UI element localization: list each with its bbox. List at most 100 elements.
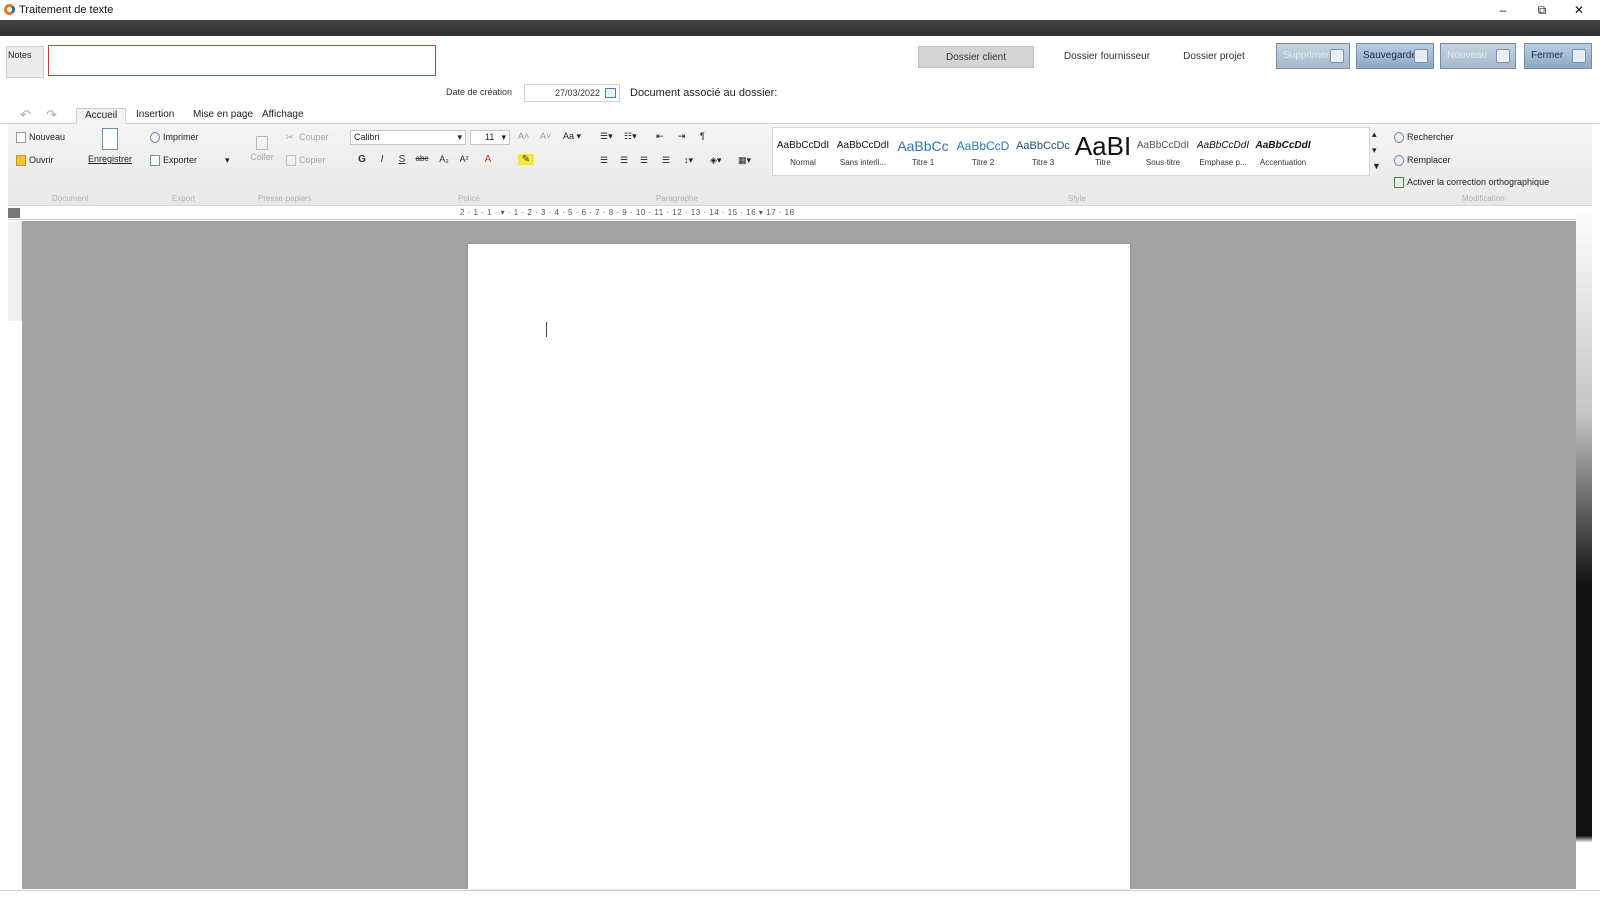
style-titre-2[interactable]: AaBbCcD Titre 2 bbox=[954, 134, 1012, 167]
tab-insertion[interactable]: Insertion bbox=[128, 108, 182, 124]
align-right-icon[interactable]: ☰ bbox=[640, 155, 648, 166]
font-family-value: Calibri bbox=[354, 132, 380, 142]
tab-selector-icon[interactable] bbox=[8, 208, 20, 218]
style-accentuation[interactable]: AaBbCcDdI Accentuation bbox=[1254, 134, 1312, 167]
borders-icon[interactable]: ▦▾ bbox=[738, 155, 751, 166]
font-color-icon[interactable]: A bbox=[480, 154, 496, 165]
style-name: Titre 3 bbox=[1031, 158, 1055, 167]
style-titre-1[interactable]: AaBbCc Titre 1 bbox=[894, 134, 952, 167]
save-document-icon bbox=[102, 128, 118, 150]
paragraph-mark-icon[interactable]: ¶ bbox=[700, 131, 705, 141]
close-window-button[interactable]: ✕ bbox=[1564, 2, 1594, 18]
delete-button[interactable]: Supprimer bbox=[1276, 43, 1350, 69]
save-document-label: Enregistrer bbox=[87, 154, 132, 164]
minimize-button[interactable]: – bbox=[1488, 2, 1518, 18]
redo-icon[interactable]: ↷ bbox=[46, 107, 57, 123]
style-sample: AaBbCcDdI bbox=[776, 140, 830, 151]
font-size-value: 11 bbox=[485, 132, 495, 142]
associated-folder-label: Document associé au dossier: bbox=[630, 87, 778, 99]
style-sans-interligne[interactable]: AaBbCcDdI Sans interli... bbox=[834, 134, 892, 167]
styles-scroll-down-icon[interactable]: ▾ bbox=[1372, 145, 1377, 156]
style-emphase[interactable]: AaBbCcDdI Emphase p... bbox=[1194, 134, 1252, 167]
save-button[interactable]: Sauvegarde bbox=[1356, 43, 1434, 69]
open-document-label: Ouvrir bbox=[29, 155, 54, 165]
search-icon bbox=[1394, 132, 1404, 144]
style-name: Titre bbox=[1095, 158, 1111, 167]
tab-dossier-client[interactable]: Dossier client bbox=[918, 46, 1034, 68]
notes-input[interactable] bbox=[48, 45, 436, 76]
spellcheck-label: Activer la correction orthographique bbox=[1407, 177, 1550, 187]
shrink-font-icon[interactable]: A˅ bbox=[540, 131, 551, 141]
style-name: Emphase p... bbox=[1199, 158, 1247, 167]
styles-more-icon[interactable]: ▼ bbox=[1372, 161, 1381, 171]
italic-icon[interactable]: I bbox=[374, 154, 390, 165]
superscript-icon[interactable]: A² bbox=[456, 154, 472, 164]
strikethrough-icon[interactable]: abc bbox=[414, 154, 430, 163]
close-button[interactable]: Fermer bbox=[1524, 43, 1592, 69]
date-field[interactable]: 27/03/2022 bbox=[524, 84, 620, 102]
delete-button-label: Supprimer bbox=[1283, 50, 1330, 61]
line-spacing-icon[interactable]: ↕▾ bbox=[684, 155, 693, 166]
copy-button[interactable]: Copier bbox=[286, 155, 326, 167]
justify-icon[interactable]: ☰ bbox=[662, 155, 670, 166]
subscript-icon[interactable]: A₂ bbox=[436, 154, 452, 164]
style-titre-3[interactable]: AaBbCcDc Titre 3 bbox=[1014, 134, 1072, 167]
style-name: Titre 1 bbox=[911, 158, 935, 167]
tab-affichage[interactable]: Affichage bbox=[254, 108, 312, 124]
spellcheck-button[interactable]: Activer la correction orthographique bbox=[1394, 177, 1550, 189]
bullets-icon[interactable]: ☰▾ bbox=[600, 131, 613, 142]
grow-font-icon[interactable]: A˄ bbox=[518, 131, 529, 141]
new-document-button[interactable]: Nouveau bbox=[16, 132, 65, 144]
highlight-icon[interactable]: ✎ bbox=[518, 154, 534, 165]
style-sample: AaBI bbox=[1074, 134, 1132, 158]
underline-icon[interactable]: S bbox=[394, 154, 410, 165]
bold-icon[interactable]: G bbox=[354, 154, 370, 165]
font-family-select[interactable]: Calibri ▾ bbox=[350, 130, 466, 145]
folder-icon bbox=[16, 155, 26, 167]
tab-accueil[interactable]: Accueil bbox=[76, 108, 127, 124]
export-icon bbox=[150, 155, 160, 167]
font-size-select[interactable]: 11 ▾ bbox=[470, 130, 510, 145]
replace-label: Remplacer bbox=[1407, 155, 1451, 165]
increase-indent-icon[interactable]: ⇥ bbox=[678, 131, 686, 142]
calendar-icon[interactable] bbox=[605, 88, 616, 98]
copy-icon bbox=[286, 155, 296, 167]
shading-icon[interactable]: ◈▾ bbox=[710, 155, 721, 166]
align-center-icon[interactable]: ☰ bbox=[620, 155, 628, 166]
restore-button[interactable]: ⧉ bbox=[1527, 2, 1557, 18]
cut-button[interactable]: ✂ Couper bbox=[286, 132, 329, 143]
new-button[interactable]: Nouveau bbox=[1440, 43, 1516, 69]
change-case-icon[interactable]: Aa ▾ bbox=[563, 131, 581, 142]
style-normal[interactable]: AaBbCcDdI Normal bbox=[774, 134, 832, 167]
group-label-style: Style bbox=[1068, 194, 1086, 203]
new-icon bbox=[1496, 49, 1510, 63]
align-left-icon[interactable]: ☰ bbox=[600, 155, 608, 166]
print-icon bbox=[150, 132, 160, 144]
vertical-scrollbar[interactable] bbox=[1576, 212, 1592, 890]
open-document-button[interactable]: Ouvrir bbox=[16, 155, 54, 167]
ruler-scale[interactable]: 2 · 1 · 1 · ▾ · 1 · 2 · 3 · 4 · 5 · 6 · … bbox=[460, 208, 1120, 218]
styles-scroll-up-icon[interactable]: ▴ bbox=[1372, 129, 1377, 140]
tab-dossier-fournisseur[interactable]: Dossier fournisseur bbox=[1054, 46, 1160, 68]
notes-label: Notes bbox=[6, 46, 44, 78]
save-document-button[interactable]: Enregistrer bbox=[86, 128, 134, 164]
style-sample: AaBbCcD bbox=[956, 139, 1010, 153]
document-page[interactable] bbox=[468, 244, 1130, 889]
decrease-indent-icon[interactable]: ⇤ bbox=[656, 131, 664, 142]
paste-button[interactable]: Coller bbox=[248, 130, 276, 162]
style-sous-titre[interactable]: AaBbCcDdI Sous-titre bbox=[1134, 134, 1192, 167]
numbering-icon[interactable]: ☷▾ bbox=[624, 131, 637, 142]
export-dropdown-icon[interactable]: ▾ bbox=[225, 155, 230, 165]
search-button[interactable]: Rechercher bbox=[1394, 132, 1454, 144]
style-sample: AaBbCcDdI bbox=[1196, 140, 1250, 151]
tab-dossier-projet[interactable]: Dossier projet bbox=[1172, 46, 1256, 68]
style-titre[interactable]: AaBI Titre bbox=[1074, 134, 1132, 167]
export-button[interactable]: Exporter ▾ bbox=[150, 155, 230, 167]
style-sample: AaBbCcDc bbox=[1016, 140, 1070, 152]
tab-mise-en-page[interactable]: Mise en page bbox=[185, 108, 261, 124]
undo-icon[interactable]: ↶ bbox=[20, 107, 31, 123]
export-label: Exporter bbox=[163, 155, 198, 165]
replace-button[interactable]: Remplacer bbox=[1394, 155, 1451, 167]
print-button[interactable]: Imprimer bbox=[150, 132, 199, 144]
group-label-document: Document bbox=[52, 194, 89, 203]
